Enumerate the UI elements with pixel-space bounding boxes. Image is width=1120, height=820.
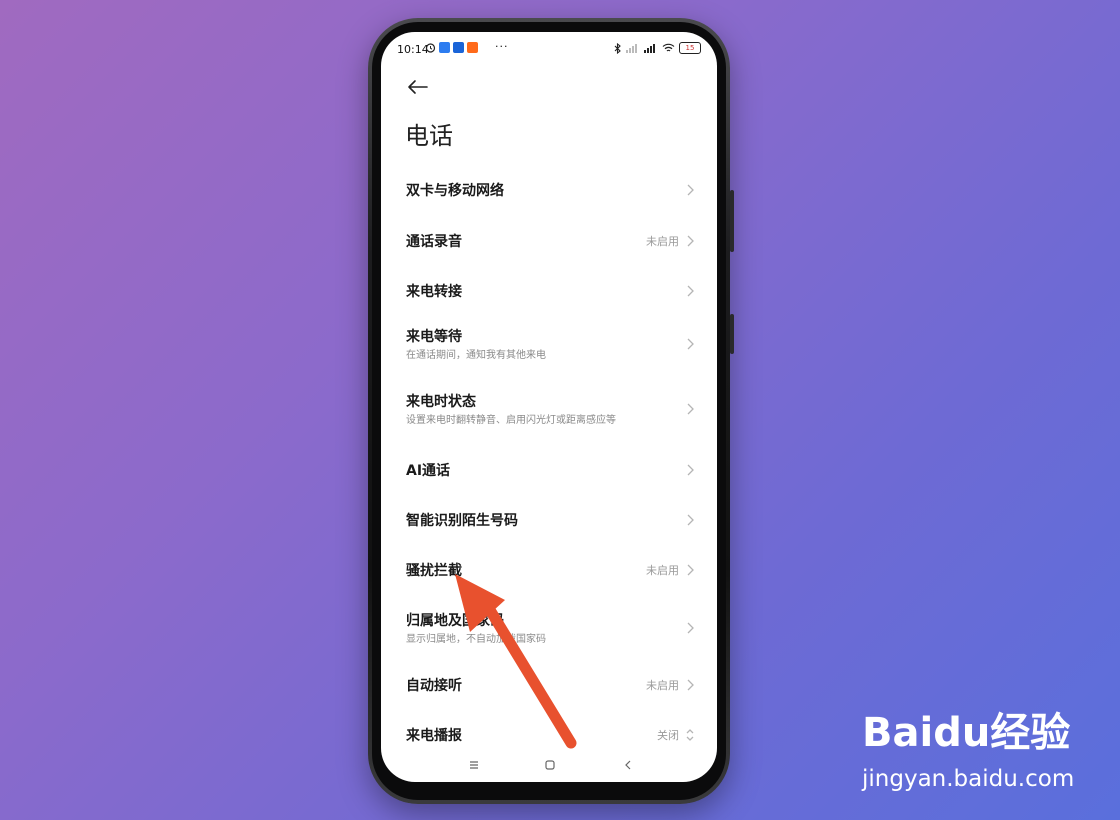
app-icon-blue [439,42,450,53]
settings-row-incoming-call-status[interactable]: 来电时状态 设置来电时翻转静音、启用闪光灯或距离感应等 [381,387,717,433]
home-icon[interactable] [543,758,557,772]
row-subtitle: 设置来电时翻转静音、启用闪光灯或距离感应等 [406,415,616,426]
watermark-brand: Baidu经验 [862,710,1071,756]
settings-row-call-recording[interactable]: 通话录音 未启用 [381,226,717,256]
row-title: 通话录音 [406,234,462,250]
chevron-right-icon [687,285,694,297]
settings-row-auto-answer[interactable]: 自动接听 未启用 [381,670,717,700]
back-arrow-icon[interactable] [405,78,429,96]
chevron-right-icon [687,514,694,526]
signal-icon [626,44,637,53]
row-title: 双卡与移动网络 [406,183,504,199]
row-title: 自动接听 [406,678,462,694]
battery-icon: 15 [679,42,701,54]
row-subtitle: 在通话期间，通知我有其他来电 [406,350,546,361]
phone-screen: 10:14 ··· 15 电话 双卡与移动网络 通话录音 未启用 来电转接 来电… [381,32,717,782]
row-title: 来电播报 [406,728,462,744]
chevron-updown-icon [686,729,694,741]
watermark-url: jingyan.baidu.com [862,766,1075,792]
app-icon-blue-2 [453,42,464,53]
alarm-icon [425,43,436,53]
settings-row-identify-unknown-numbers[interactable]: 智能识别陌生号码 [381,505,717,535]
settings-row-location-country-code[interactable]: 归属地及国家码 显示归属地，不自动加拨国家码 [381,606,717,652]
row-value: 关闭 [657,729,679,742]
status-time: 10:14 [397,43,429,56]
menu-icon[interactable] [467,758,481,772]
status-bar: 10:14 ··· 15 [381,32,717,68]
row-title: 智能识别陌生号码 [406,513,518,529]
row-title: 来电时状态 [406,394,476,410]
row-title: 归属地及国家码 [406,613,504,629]
settings-row-call-forwarding[interactable]: 来电转接 [381,276,717,306]
settings-row-call-waiting[interactable]: 来电等待 在通话期间，通知我有其他来电 [381,322,717,368]
row-title: 骚扰拦截 [406,563,462,579]
settings-row-spam-blocking[interactable]: 骚扰拦截 未启用 [381,555,717,585]
baidu-watermark: Baidu经验 jingyan.baidu.com [862,700,1102,800]
app-icon-orange [467,42,478,53]
row-value: 未启用 [646,564,679,577]
row-title: 来电等待 [406,329,462,345]
settings-row-dual-sim[interactable]: 双卡与移动网络 [381,175,717,205]
row-title: 来电转接 [406,284,462,300]
chevron-right-icon [687,464,694,476]
status-system-icons: 15 [614,42,701,54]
settings-row-ai-call[interactable]: AI通话 [381,455,717,485]
signal-icon-2 [644,44,655,53]
chevron-right-icon [687,564,694,576]
chevron-right-icon [687,622,694,634]
bluetooth-icon [614,42,621,54]
chevron-right-icon [687,338,694,350]
row-value: 未启用 [646,679,679,692]
row-value: 未启用 [646,235,679,248]
navigation-bar [381,748,717,782]
status-overflow: ··· [495,40,509,53]
power-button [730,314,734,354]
chevron-right-icon [687,184,694,196]
chevron-right-icon [687,235,694,247]
chevron-right-icon [687,403,694,415]
settings-row-caller-announcement[interactable]: 来电播报 关闭 [381,720,717,750]
status-app-icons [425,42,478,53]
wifi-icon [662,43,675,52]
row-subtitle: 显示归属地，不自动加拨国家码 [406,634,546,645]
volume-button [730,190,734,252]
row-title: AI通话 [406,463,451,479]
back-triangle-icon[interactable] [621,758,635,772]
chevron-right-icon [687,679,694,691]
page-title: 电话 [405,122,453,150]
